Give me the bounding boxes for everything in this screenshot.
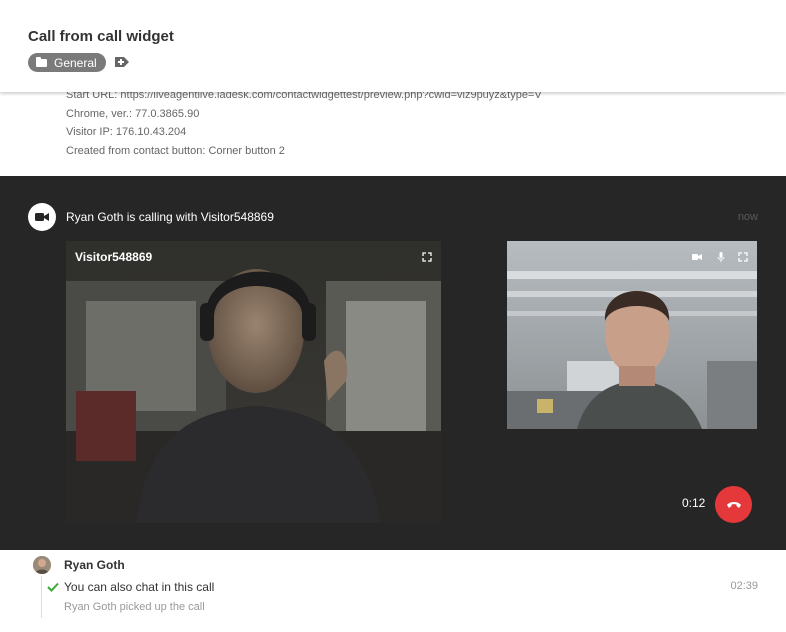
visitor-video[interactable]: Visitor548869 — [66, 241, 441, 523]
checkmark-icon — [47, 582, 59, 592]
thread-line — [41, 576, 42, 618]
message-author: Ryan Goth — [64, 558, 125, 572]
folder-icon — [36, 56, 47, 67]
phone-hangup-icon — [726, 501, 741, 508]
add-tag-icon[interactable] — [114, 54, 130, 70]
ticket-header: Call from call widget General — [0, 0, 786, 92]
visitor-video-label: Visitor548869 — [75, 250, 153, 264]
microphone-icon[interactable] — [716, 252, 726, 262]
message-time: 02:39 — [730, 580, 758, 592]
system-note: Ryan Goth picked up the call — [64, 601, 205, 613]
visitor-info: Start URL: https://liveagentlive.ladesk.… — [66, 86, 542, 160]
video-camera-icon[interactable] — [692, 252, 702, 262]
agent-video-frame — [507, 241, 757, 429]
call-title: Ryan Goth is calling with Visitor548869 — [66, 210, 274, 224]
tag-label: General — [54, 55, 97, 70]
call-panel: Ryan Goth is calling with Visitor548869 … — [0, 176, 786, 550]
agent-video[interactable] — [507, 241, 757, 429]
hangup-button[interactable] — [715, 486, 752, 523]
ticket-page: Call from call widget General Start URL:… — [0, 0, 786, 632]
fullscreen-icon[interactable] — [738, 252, 748, 262]
visitor-ip: Visitor IP: 176.10.43.204 — [66, 126, 187, 138]
created-from: Created from contact button: Corner butt… — [66, 144, 285, 157]
page-title: Call from call widget — [28, 28, 174, 45]
call-time: now — [737, 211, 758, 223]
avatar — [33, 556, 51, 574]
message-text: You can also chat in this call — [64, 580, 215, 594]
visitor-video-frame — [66, 241, 441, 523]
tag-general[interactable]: General — [28, 53, 106, 72]
call-timer: 0:12 — [682, 496, 706, 510]
video-camera-icon — [35, 213, 49, 221]
call-type-badge — [28, 203, 56, 231]
avatar-image — [33, 556, 51, 574]
fullscreen-icon[interactable] — [422, 252, 432, 262]
browser-info: Chrome, ver.: 77.0.3865.90 — [66, 107, 200, 120]
